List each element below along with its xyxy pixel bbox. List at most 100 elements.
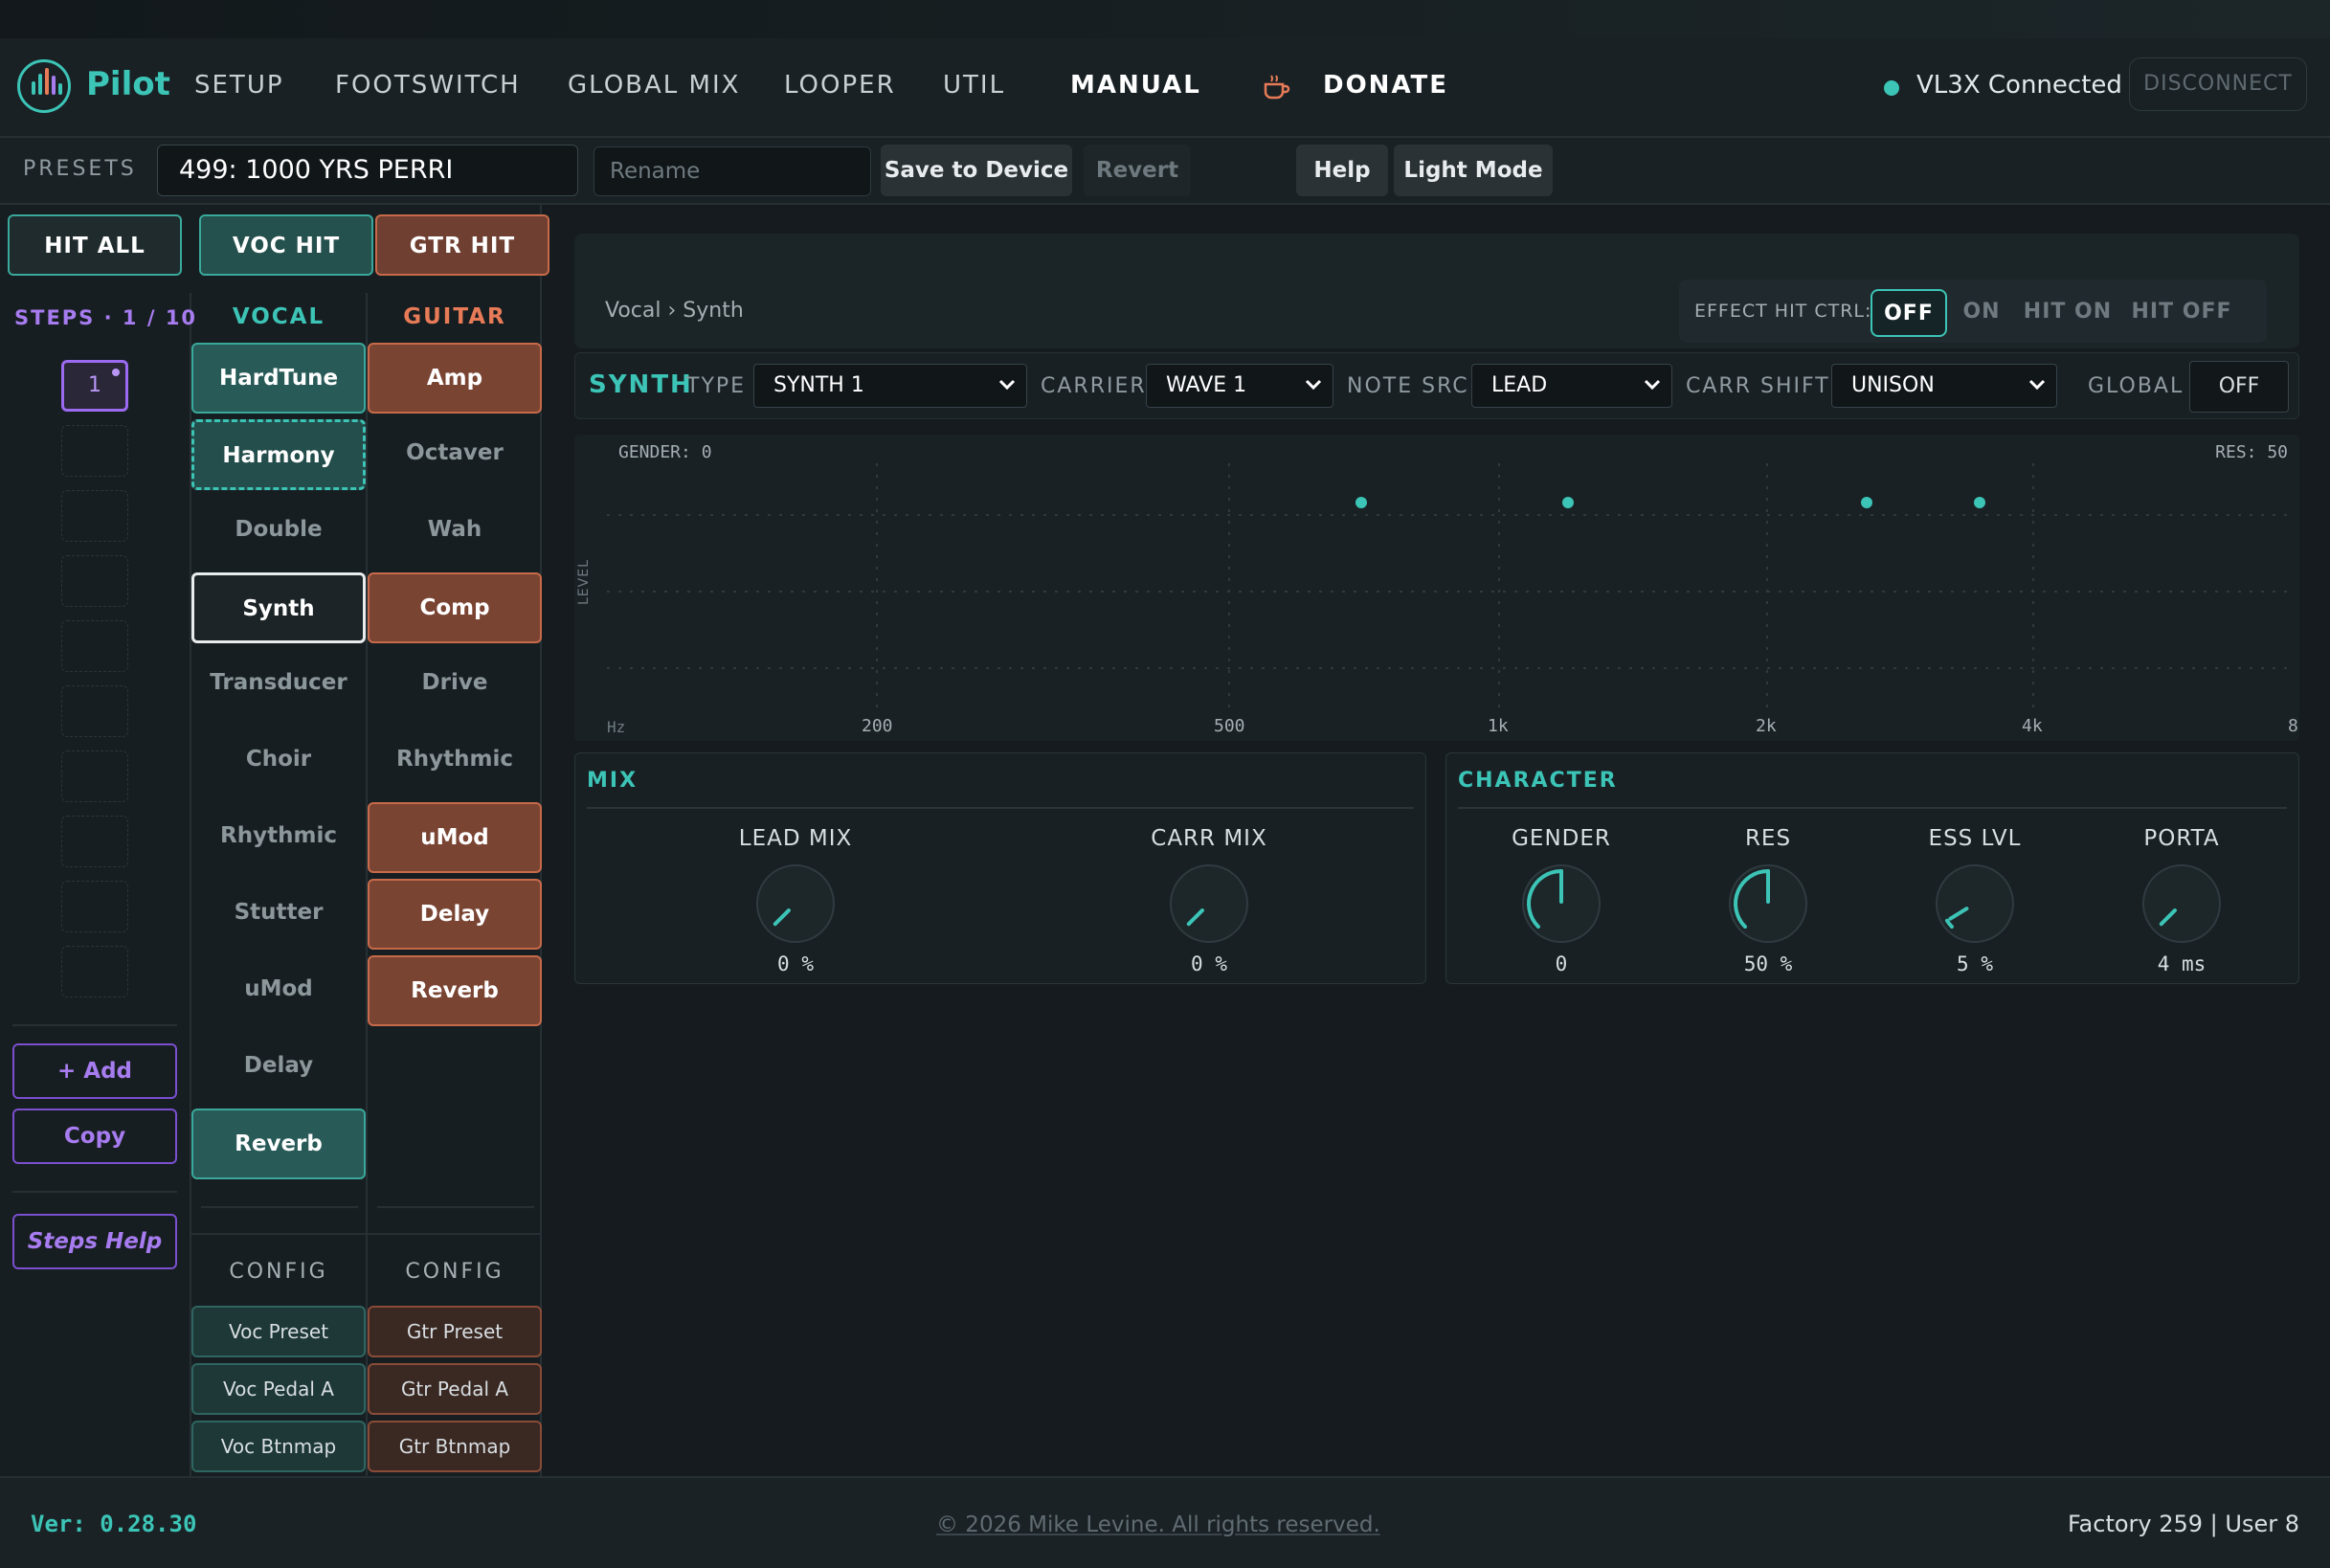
step-slot[interactable] [61,946,128,997]
editor-header: Vocal › Synth EFFECT HIT CTRL: OFF ON HI… [574,234,2299,348]
effect-hit-off-option[interactable]: OFF [1871,289,1947,337]
voc-hit-button[interactable]: VOC HIT [199,214,373,276]
vocal-effect-transducer[interactable]: Transducer [191,649,366,720]
step-slot[interactable] [61,425,128,477]
help-button[interactable]: Help [1296,145,1388,196]
vocal-effect-synth[interactable]: Synth [191,572,366,643]
synth-title: SYNTH [589,370,693,399]
nav-donate[interactable]: DONATE [1323,71,1448,100]
nav-manual[interactable]: MANUAL [1070,71,1201,100]
gender-knob[interactable]: GENDER 0 [1466,826,1657,975]
step-slot[interactable] [61,816,128,867]
steps-help-button[interactable]: Steps Help [12,1214,177,1269]
vocal-effect-reverb[interactable]: Reverb [191,1109,366,1179]
knob-dial[interactable] [1934,862,2016,945]
vocal-effect-stutter[interactable]: Stutter [191,879,366,950]
step-slot[interactable] [61,490,128,542]
type-select[interactable]: SYNTH 1 [753,364,1027,408]
copy-step-button[interactable]: Copy [12,1109,177,1164]
preset-select[interactable]: 499: 1000 YRS PERRI [157,145,578,196]
porta-knob[interactable]: PORTA 4 ms [2086,826,2277,975]
step-slot[interactable] [61,685,128,737]
knob-body [756,864,835,943]
light-mode-button[interactable]: Light Mode [1394,145,1553,196]
disconnect-button[interactable]: DISCONNECT [2129,57,2307,111]
x-tick-1k: 1k [1488,716,1509,736]
graph-point[interactable] [1861,497,1872,508]
chevron-down-icon [1305,379,1322,391]
nav-util[interactable]: UTIL [943,71,1005,100]
rename-input[interactable] [594,146,871,196]
knob-dial[interactable] [1727,862,1809,945]
config-divider [190,1233,542,1235]
voc-btnmap-button[interactable]: Voc Btnmap [191,1421,366,1472]
copyright-link[interactable]: © 2026 Mike Levine. All rights reserved. [936,1512,1380,1537]
add-step-button[interactable]: + Add [12,1043,177,1099]
carr-mix-knob[interactable]: CARR MIX 0 % [1113,826,1305,975]
vocal-effect-hardtune[interactable]: HardTune [191,343,366,414]
gtr-preset-button[interactable]: Gtr Preset [368,1306,542,1357]
effect-hit-hit-on-option[interactable]: HIT ON [2018,289,2117,337]
nav-setup[interactable]: SETUP [194,71,284,100]
guitar-effect-delay[interactable]: Delay [368,879,542,950]
graph-point[interactable] [1355,497,1367,508]
vocal-effect-harmony[interactable]: Harmony [191,419,366,490]
vocal-effect-double[interactable]: Double [191,496,366,567]
guitar-effect-octaver[interactable]: Octaver [368,419,542,490]
knob-dial[interactable] [1520,862,1602,945]
effect-hit-on-option[interactable]: ON [1955,289,2008,337]
vocal-effect-delay[interactable]: Delay [191,1032,366,1103]
carr-shift-label: CARR SHIFT [1686,374,1830,398]
revert-button[interactable]: Revert [1084,145,1191,196]
guitar-effect-amp[interactable]: Amp [368,343,542,414]
carr-shift-select[interactable]: UNISON [1831,364,2057,408]
voc-preset-button[interactable]: Voc Preset [191,1306,366,1357]
gtr-hit-button[interactable]: GTR HIT [375,214,549,276]
gtr-btnmap-button[interactable]: Gtr Btnmap [368,1421,542,1472]
nav-footswitch[interactable]: FOOTSWITCH [335,71,521,100]
graph-point[interactable] [1974,497,1985,508]
knob-dial[interactable] [754,862,837,945]
chevron-down-icon [998,379,1016,391]
global-toggle[interactable]: OFF [2189,361,2289,413]
guitar-effect-rhythmic[interactable]: Rhythmic [368,726,542,796]
graph-point[interactable] [1562,497,1574,508]
knob-dial[interactable] [2140,862,2223,945]
step-slot[interactable] [61,620,128,672]
synth-params-bar: SYNTH TYPE SYNTH 1 CARRIER WAVE 1 NOTE S… [574,352,2299,419]
guitar-effect-reverb[interactable]: Reverb [368,955,542,1026]
coffee-cup-icon[interactable] [1262,73,1290,101]
top-strip [0,0,2330,38]
guitar-effect-comp[interactable]: Comp [368,572,542,643]
note-src-select[interactable]: LEAD [1471,364,1672,408]
step-slot[interactable] [61,555,128,607]
res-knob[interactable]: RES 50 % [1672,826,1864,975]
mix-title: MIX [587,769,639,793]
nav-looper[interactable]: LOOPER [784,71,896,100]
carrier-select[interactable]: WAVE 1 [1146,364,1333,408]
res-readout: RES: 50 [2215,442,2288,462]
vocal-effect-choir[interactable]: Choir [191,726,366,796]
step-1[interactable]: 1 [61,360,128,412]
step-slot[interactable] [61,881,128,932]
save-to-device-button[interactable]: Save to Device [881,145,1072,196]
vocal-effect-umod[interactable]: uMod [191,955,366,1026]
knob-label: CARR MIX [1151,826,1267,851]
guitar-effect-drive[interactable]: Drive [368,649,542,720]
guitar-effect-umod[interactable]: uMod [368,802,542,873]
x-tick-4k: 4k [2022,716,2043,736]
hit-all-button[interactable]: HIT ALL [8,214,182,276]
gtr-pedal-a-button[interactable]: Gtr Pedal A [368,1363,542,1415]
effect-hit-hit-off-option[interactable]: HIT OFF [2129,289,2234,337]
knob-dial[interactable] [1168,862,1250,945]
connection-status: VL3X Connected [1916,71,2122,100]
lead-mix-knob[interactable]: LEAD MIX 0 % [700,826,891,975]
ess-lvl-knob[interactable]: ESS LVL 5 % [1879,826,2071,975]
step-slot[interactable] [61,750,128,802]
vocal-effect-rhythmic[interactable]: Rhythmic [191,802,366,873]
guitar-effect-wah[interactable]: Wah [368,496,542,567]
app-name[interactable]: Pilot [86,65,170,103]
frequency-graph[interactable]: GENDER: 0 RES: 50 LEVEL Hz 200 500 1k 2k… [574,435,2299,741]
voc-pedal-a-button[interactable]: Voc Pedal A [191,1363,366,1415]
nav-global-mix[interactable]: GLOBAL MIX [568,71,740,100]
